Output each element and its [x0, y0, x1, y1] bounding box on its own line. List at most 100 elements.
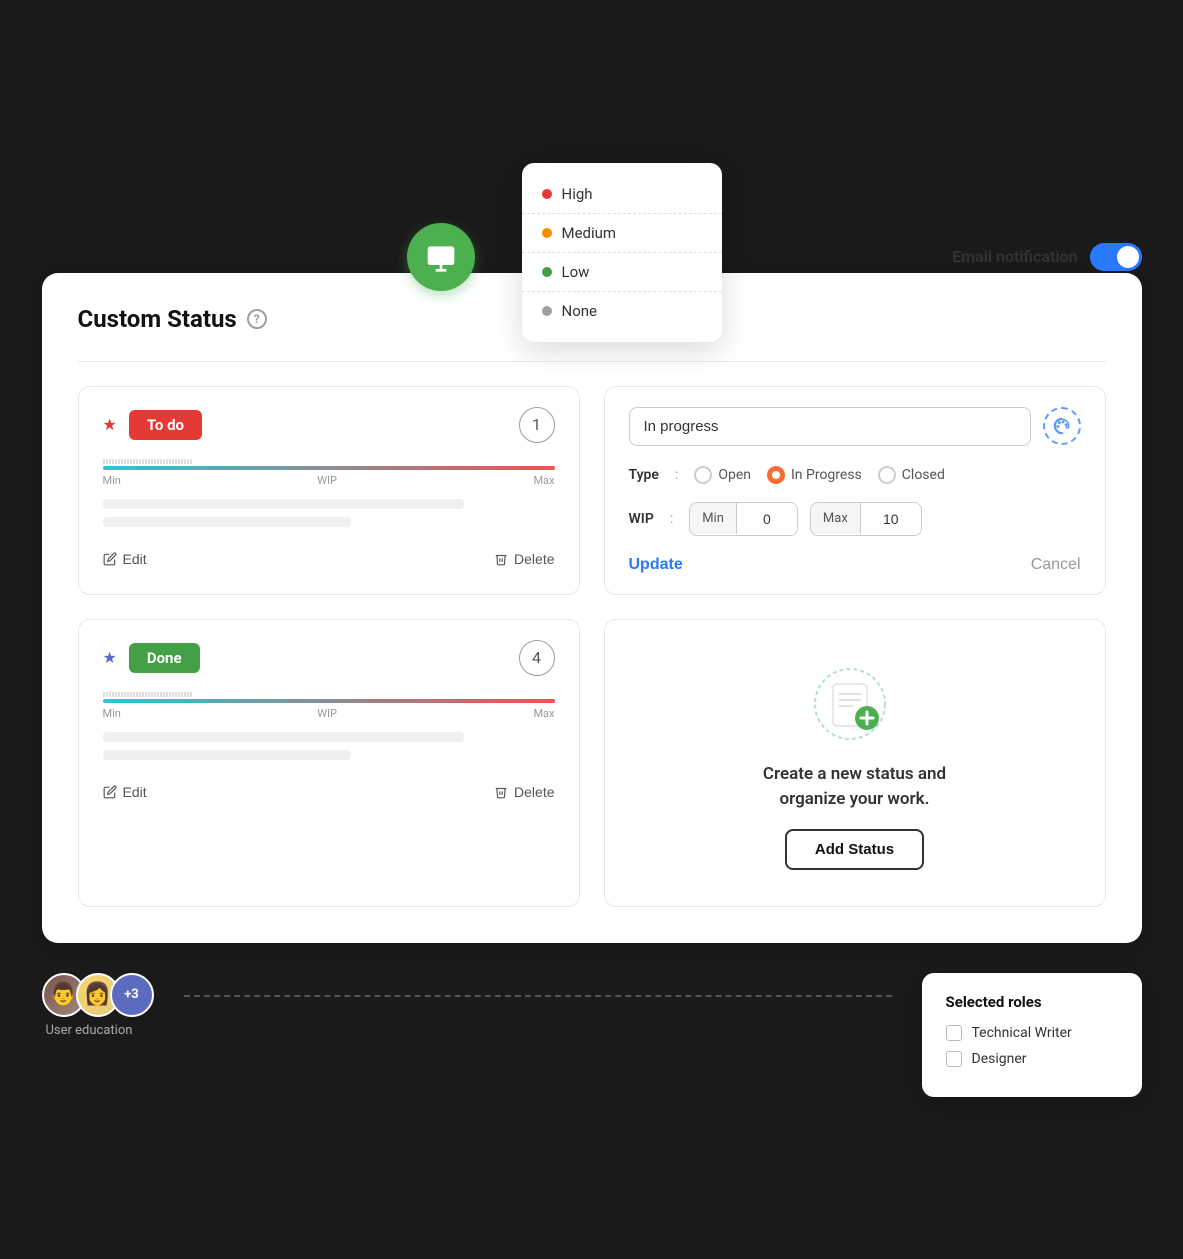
wip-max-input[interactable]	[861, 503, 921, 535]
todo-delete-button[interactable]: Delete	[494, 551, 554, 567]
done-header: ★ Done 4	[103, 640, 555, 676]
done-bar-track	[103, 699, 555, 703]
info-icon[interactable]: ?	[247, 309, 267, 329]
avatars-group: 👨 👩 +3	[42, 973, 154, 1017]
done-wip-label: WIP	[317, 707, 337, 720]
priority-label-high: High	[562, 185, 593, 203]
user-education-label: User education	[46, 1023, 133, 1038]
todo-actions: Edit Delete	[103, 543, 555, 567]
radio-in-progress[interactable]: In Progress	[767, 466, 862, 484]
todo-wip-labels: Min WIP Max	[103, 474, 555, 487]
priority-item-low[interactable]: Low	[522, 253, 722, 292]
priority-dropdown: High Medium Low None	[522, 163, 722, 342]
priority-item-medium[interactable]: Medium	[522, 214, 722, 253]
radio-label-closed: Closed	[902, 467, 945, 483]
status-name-input[interactable]	[629, 407, 1031, 446]
todo-max-label: Max	[533, 474, 554, 487]
role-label-technical-writer: Technical Writer	[972, 1025, 1072, 1041]
delete-icon-done	[494, 785, 508, 799]
todo-wip-label: WIP	[317, 474, 337, 487]
edit-icon	[103, 552, 117, 566]
wip-row-label: WIP	[629, 511, 654, 527]
done-bar-fill	[103, 699, 555, 703]
edit-color-button[interactable]	[1043, 407, 1081, 445]
add-status-card: Create a new status and organize your wo…	[604, 619, 1106, 907]
radio-closed[interactable]: Closed	[878, 466, 945, 484]
roles-title: Selected roles	[946, 993, 1118, 1011]
dashed-line	[184, 995, 892, 997]
page-title: Custom Status	[78, 305, 237, 333]
wip-row: WIP : Min Max	[629, 502, 1081, 536]
screen-icon	[425, 241, 457, 273]
done-min-label: Min	[103, 707, 121, 720]
wip-min-prefix: Min	[690, 503, 737, 534]
wip-min-input[interactable]	[737, 503, 797, 535]
cancel-button[interactable]: Cancel	[1031, 556, 1081, 574]
done-placeholder-2	[103, 750, 352, 760]
role-checkbox-designer[interactable]	[946, 1051, 962, 1067]
done-wip-bar: Min WIP Max	[103, 692, 555, 720]
wip-colon: :	[670, 511, 673, 527]
done-delete-button[interactable]: Delete	[494, 784, 554, 800]
todo-placeholder-1	[103, 499, 465, 509]
type-row: Type : Open In Progress Closed	[629, 466, 1081, 484]
todo-badge: To do	[129, 410, 202, 440]
dot-high	[542, 189, 552, 199]
radio-circle-in-progress	[767, 466, 785, 484]
status-card-todo: ★ To do 1	[78, 386, 580, 595]
status-grid: ★ To do 1	[78, 386, 1106, 907]
done-max-label: Max	[533, 707, 554, 720]
todo-ticks	[103, 459, 555, 464]
add-status-button[interactable]: Add Status	[785, 829, 924, 870]
todo-left: ★ To do	[103, 410, 202, 440]
star-icon-todo[interactable]: ★	[103, 415, 117, 434]
priority-label-low: Low	[562, 263, 590, 281]
wip-max-group: Max	[810, 502, 922, 536]
done-actions: Edit Delete	[103, 776, 555, 800]
wip-min-group: Min	[689, 502, 798, 536]
role-item-designer: Designer	[946, 1051, 1118, 1067]
edit-form-card: Type : Open In Progress Closed	[604, 386, 1106, 595]
priority-label-none: None	[562, 302, 598, 320]
radio-circle-closed	[878, 466, 896, 484]
email-notification-row: Email notification	[952, 243, 1141, 271]
email-notification-label: Email notification	[952, 247, 1077, 266]
role-checkbox-technical-writer[interactable]	[946, 1025, 962, 1041]
done-edit-button[interactable]: Edit	[103, 784, 147, 800]
radio-open[interactable]: Open	[694, 466, 751, 484]
wip-max-prefix: Max	[811, 503, 861, 534]
todo-count: 1	[519, 407, 555, 443]
avatars-section: 👨 👩 +3 User education	[42, 973, 154, 1038]
done-count: 4	[519, 640, 555, 676]
floating-action-button[interactable]	[407, 223, 475, 291]
add-status-text: Create a new status and organize your wo…	[763, 762, 946, 813]
bottom-row: 👨 👩 +3 User education Selected roles Tec…	[42, 973, 1142, 1097]
done-wip-labels: Min WIP Max	[103, 707, 555, 720]
star-icon-done[interactable]: ★	[103, 648, 117, 667]
priority-item-high[interactable]: High	[522, 175, 722, 214]
done-left: ★ Done	[103, 643, 200, 673]
done-placeholder-1	[103, 732, 465, 742]
todo-edit-button[interactable]: Edit	[103, 551, 147, 567]
edit-actions: Update Cancel	[629, 556, 1081, 574]
illustration-svg	[805, 656, 905, 746]
todo-wip-bar: Min WIP Max	[103, 459, 555, 487]
type-colon: :	[675, 467, 678, 483]
update-button[interactable]: Update	[629, 556, 683, 574]
priority-item-none[interactable]: None	[522, 292, 722, 330]
dot-low	[542, 267, 552, 277]
roles-popup: Selected roles Technical Writer Designer	[922, 973, 1142, 1097]
divider	[78, 361, 1106, 362]
add-status-illustration	[805, 656, 905, 746]
radio-circle-open	[694, 466, 712, 484]
role-item-technical-writer: Technical Writer	[946, 1025, 1118, 1041]
done-badge: Done	[129, 643, 200, 673]
todo-bar-track	[103, 466, 555, 470]
delete-icon	[494, 552, 508, 566]
todo-bar-fill	[103, 466, 555, 470]
priority-label-medium: Medium	[562, 224, 617, 242]
email-notification-toggle[interactable]	[1090, 243, 1142, 271]
role-label-designer: Designer	[972, 1051, 1027, 1067]
radio-label-open: Open	[718, 467, 751, 483]
avatar-count-badge[interactable]: +3	[110, 973, 154, 1017]
